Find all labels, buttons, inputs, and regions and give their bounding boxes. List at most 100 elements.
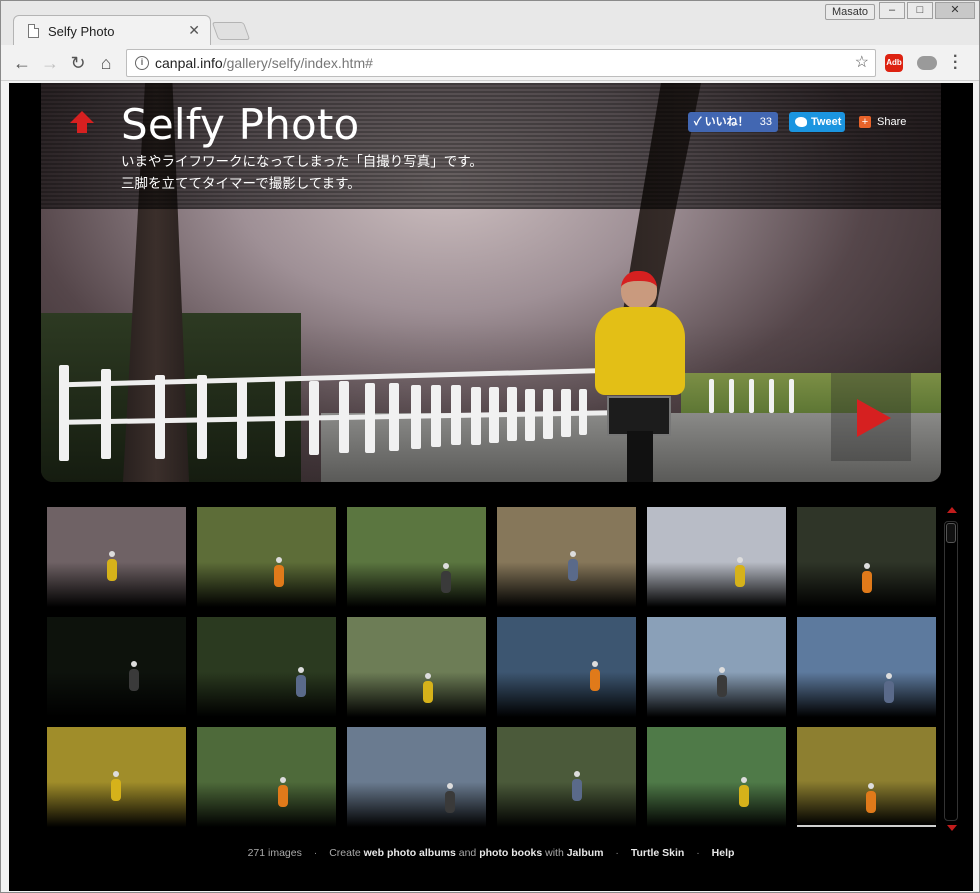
footer-text: with bbox=[545, 847, 564, 859]
thumbnail-golden-rice-field[interactable] bbox=[47, 727, 186, 827]
photo-fence bbox=[58, 365, 819, 461]
browser-window: Selfy Photo ✕ Masato – □ ✕ ← → ↻ ⌂ i can… bbox=[0, 0, 980, 893]
main-photo[interactable]: Selfy Photo いまやライフワークになってしまった「自撮り写真」です。 … bbox=[41, 83, 941, 482]
maximize-icon[interactable]: □ bbox=[907, 2, 933, 19]
profile-button[interactable]: Masato bbox=[825, 4, 875, 20]
scroll-track[interactable] bbox=[944, 521, 958, 821]
cyclist-figure bbox=[296, 675, 306, 697]
cyclist-head bbox=[447, 783, 453, 789]
bookmark-star-icon[interactable]: ☆ bbox=[855, 50, 869, 76]
cloud-extension-icon[interactable] bbox=[917, 56, 937, 70]
cyclist-head bbox=[280, 777, 286, 783]
close-tab-icon[interactable]: ✕ bbox=[188, 22, 200, 39]
address-bar[interactable]: i canpal.info/gallery/selfy/index.htm# ☆ bbox=[126, 49, 876, 77]
cyclist-head bbox=[109, 551, 115, 557]
thumbnail-snowy-shrine[interactable] bbox=[647, 507, 786, 607]
cyclist-head bbox=[592, 661, 598, 667]
image-count: 271 images bbox=[247, 847, 302, 859]
cyclist-figure bbox=[735, 565, 745, 587]
like-label: いいね！ bbox=[704, 116, 749, 128]
cyclist-head bbox=[741, 777, 747, 783]
thumbnail-dark-forest-path[interactable] bbox=[197, 617, 336, 717]
cyclist-head bbox=[298, 667, 304, 673]
cyclist-figure bbox=[866, 791, 876, 813]
cyclist-figure bbox=[445, 791, 455, 813]
thumbnail-seaside-road[interactable] bbox=[497, 617, 636, 717]
thumbnail-green-hills-road[interactable] bbox=[347, 507, 486, 607]
thumbnail-old-house-road[interactable] bbox=[347, 727, 486, 827]
thumbnail-pink-flowers-road[interactable] bbox=[197, 507, 336, 607]
album-title: Selfy Photo bbox=[121, 100, 360, 149]
browser-tab[interactable]: Selfy Photo ✕ bbox=[13, 15, 211, 46]
cyclist-head bbox=[868, 783, 874, 789]
cyclist-head bbox=[886, 673, 892, 679]
page-content: Selfy Photo いまやライフワークになってしまった「自撮り写真」です。 … bbox=[9, 83, 973, 891]
thumbnail-seaside-railing[interactable] bbox=[797, 617, 936, 717]
description-line: 三脚を立ててタイマーで撮影してます。 bbox=[121, 176, 361, 192]
page-footer: 271 images · Create web photo albums and… bbox=[247, 847, 735, 859]
jalbum-link[interactable]: Jalbum bbox=[567, 847, 604, 859]
cyclist-head bbox=[737, 557, 743, 563]
thumbnail-rice-field-road[interactable] bbox=[797, 727, 936, 827]
cyclist-head bbox=[570, 551, 576, 557]
photo-books-link[interactable]: photo books bbox=[479, 847, 542, 859]
cyclist-head bbox=[443, 563, 449, 569]
thumbnail-mountain-valley[interactable] bbox=[647, 727, 786, 827]
photo-cyclist bbox=[587, 271, 691, 482]
cyclist-head bbox=[719, 667, 725, 673]
tweet-button[interactable]: Tweet bbox=[789, 112, 845, 132]
forward-icon[interactable]: → bbox=[39, 53, 61, 74]
share-button[interactable]: Share bbox=[859, 112, 929, 132]
new-tab-button[interactable] bbox=[211, 22, 251, 40]
thumbnail-waterfall[interactable] bbox=[497, 727, 636, 827]
back-icon[interactable]: ← bbox=[11, 53, 33, 74]
thumbnail-village-canal[interactable] bbox=[197, 727, 336, 827]
cyclist-figure bbox=[107, 559, 117, 581]
cyclist-head bbox=[131, 661, 137, 667]
cyclist-head bbox=[276, 557, 282, 563]
scroll-up-icon[interactable] bbox=[947, 507, 957, 513]
adblock-extension-icon[interactable]: Adb bbox=[885, 54, 903, 72]
cyclist-figure bbox=[739, 785, 749, 807]
help-link[interactable]: Help bbox=[712, 847, 735, 859]
tab-title: Selfy Photo bbox=[48, 23, 115, 39]
thumbnail-path-along-fields[interactable] bbox=[497, 507, 636, 607]
cyclist-head bbox=[864, 563, 870, 569]
minimize-icon[interactable]: – bbox=[879, 2, 905, 19]
footer-text: and bbox=[458, 847, 477, 859]
next-photo-button[interactable] bbox=[831, 373, 911, 461]
cyclist-figure bbox=[278, 785, 288, 807]
footer-text: Create bbox=[329, 847, 361, 859]
check-icon: ✓ bbox=[694, 116, 705, 128]
cyclist-head bbox=[574, 771, 580, 777]
scroll-thumb[interactable] bbox=[946, 523, 956, 543]
browser-toolbar: ← → ↻ ⌂ i canpal.info/gallery/selfy/inde… bbox=[1, 45, 979, 81]
cyclist-figure bbox=[129, 669, 139, 691]
close-window-icon[interactable]: ✕ bbox=[935, 2, 975, 19]
album-description: いまやライフワークになってしまった「自撮り写真」です。 三脚を立ててタイマーで撮… bbox=[121, 151, 483, 195]
info-icon[interactable]: i bbox=[135, 56, 149, 70]
thumbnail-sea-backlit[interactable] bbox=[647, 617, 786, 717]
page-icon bbox=[28, 24, 39, 38]
cyclist-head bbox=[425, 673, 431, 679]
facebook-like-button[interactable]: ✓ いいね！ 33 bbox=[688, 112, 778, 132]
cyclist-figure bbox=[441, 571, 451, 593]
thumbnail-snowy-forest[interactable] bbox=[797, 507, 936, 607]
thumbnail-tunnel-exit[interactable] bbox=[47, 617, 186, 717]
up-arrow-icon[interactable] bbox=[69, 109, 95, 135]
cyclist-figure bbox=[884, 681, 894, 703]
thumbnail-cherry-blossom-path[interactable] bbox=[47, 507, 186, 607]
title-bar: Selfy Photo ✕ Masato – □ ✕ bbox=[1, 1, 979, 46]
home-icon[interactable]: ⌂ bbox=[95, 53, 117, 74]
cyclist-figure bbox=[423, 681, 433, 703]
cyclist-figure bbox=[274, 565, 284, 587]
menu-icon[interactable]: · · · bbox=[953, 49, 958, 77]
reload-icon[interactable]: ↻ bbox=[67, 53, 89, 74]
scroll-down-icon[interactable] bbox=[947, 825, 957, 831]
thumbnail-river-steps[interactable] bbox=[347, 617, 486, 717]
description-line: いまやライフワークになってしまった「自撮り写真」です。 bbox=[121, 154, 483, 170]
cyclist-figure bbox=[572, 779, 582, 801]
web-albums-link[interactable]: web photo albums bbox=[364, 847, 456, 859]
thumbnail-scrollbar[interactable] bbox=[943, 507, 959, 833]
skin-link[interactable]: Turtle Skin bbox=[631, 847, 684, 859]
